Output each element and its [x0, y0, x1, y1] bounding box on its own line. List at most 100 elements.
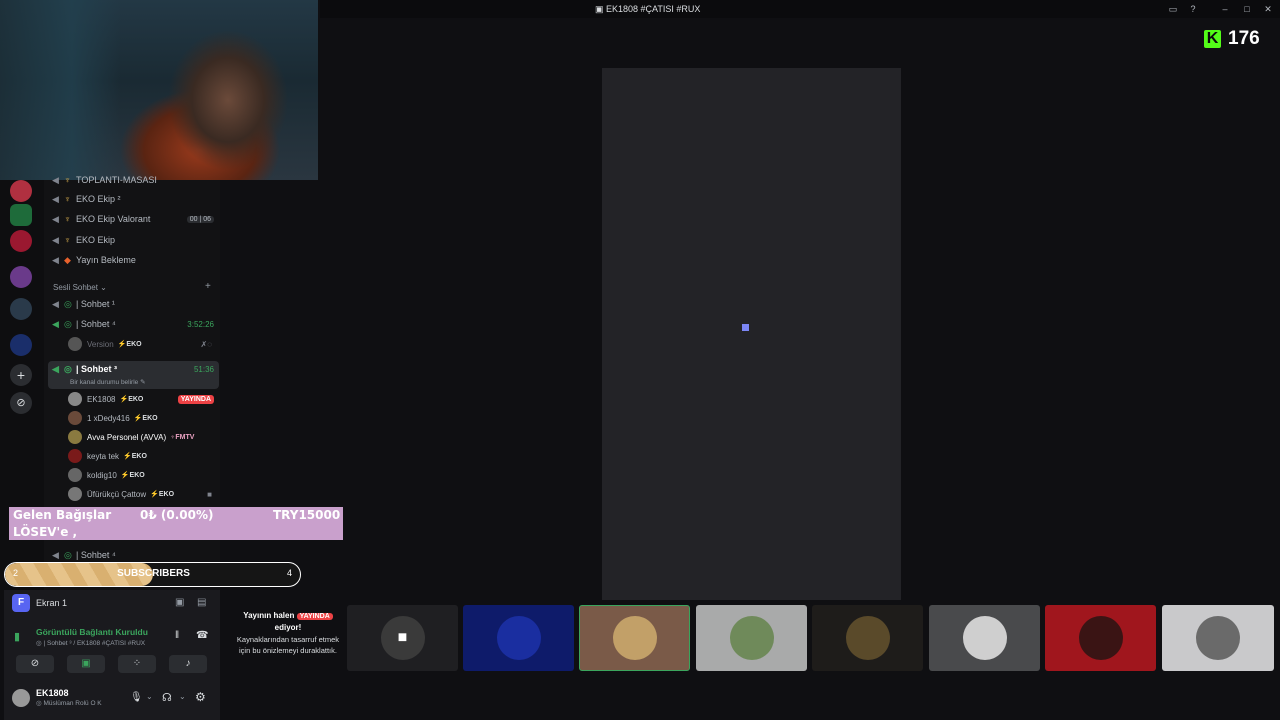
participant-tile[interactable]	[1045, 605, 1156, 671]
channel-item[interactable]: ◀ ♆ TOPLANTI-MASASI	[52, 174, 218, 186]
soundboard-button[interactable]: ♪	[169, 655, 207, 673]
settings-gear-icon[interactable]: ⚙	[195, 690, 206, 704]
channel-item[interactable]: ◀ ◆ Yayın Bekleme	[52, 251, 218, 269]
window-title: ▣ EK1808 #ÇATISI #RUX	[595, 4, 701, 14]
stream-video[interactable]	[602, 68, 901, 600]
server-icon[interactable]	[10, 230, 32, 252]
live-badge: YAYINDA	[296, 613, 333, 620]
speaker-icon: ◀	[52, 174, 59, 185]
user-avatar[interactable]	[12, 689, 30, 707]
connection-detail: ◎ | Sohbet ³ / EK1808 #ÇATISI #RUX	[36, 640, 146, 647]
voice-user[interactable]: 1 xDedy416 ⚡EKO	[68, 409, 218, 427]
participant-tile[interactable]	[463, 605, 574, 671]
help-icon[interactable]: ?	[1188, 4, 1198, 14]
role-tag: ⚡EKO	[120, 472, 145, 479]
headphones-icon[interactable]: ☊	[162, 691, 172, 704]
category-header[interactable]: Sesli Sohbet ⌄	[53, 283, 107, 292]
avatar	[68, 392, 82, 406]
speaker-icon: ◀	[52, 318, 59, 329]
loading-indicator	[742, 324, 749, 331]
noise-suppression-icon[interactable]: ‖	[175, 630, 179, 641]
user-status: ◎ Müslüman Rolü O K	[36, 700, 102, 707]
role-tag: ♆FMTV	[170, 433, 195, 441]
participant-tile[interactable]: ■	[347, 605, 458, 671]
channel-item[interactable]: ◀ ♆ EKO Ekip	[52, 231, 218, 249]
participant-tile-speaking[interactable]	[579, 605, 690, 671]
activities-button[interactable]: ⁘	[118, 655, 156, 673]
avatar	[962, 616, 1007, 660]
app-icon: ▣	[595, 4, 607, 14]
channel-item[interactable]: ◀ ♆ EKO Ekip Valorant 00 | 06	[52, 210, 218, 228]
avatar	[1196, 616, 1240, 660]
channel-item[interactable]: ◀ ◎ | Sohbet ¹	[52, 295, 218, 313]
server-folder-icon[interactable]	[10, 298, 32, 320]
microphone-icon[interactable]: 🎙	[130, 692, 143, 703]
disconnect-icon[interactable]: ☎	[196, 630, 208, 641]
avatar	[845, 616, 890, 660]
voice-user[interactable]: Üfürükçü Çattow ⚡EKO ■	[68, 485, 218, 503]
voice-user[interactable]: Version ⚡EKO ✗◌	[68, 335, 218, 353]
screen-share-button[interactable]: ▣	[67, 655, 105, 673]
webcam-background	[0, 0, 120, 180]
participant-tile[interactable]	[1162, 605, 1274, 671]
subscriber-goal: 4	[286, 568, 292, 578]
speaker-icon: ◀	[52, 254, 59, 265]
screen-share-action-icon[interactable]: ▣	[175, 597, 184, 608]
eye-icon: ◎	[64, 549, 72, 560]
channel-item-selected[interactable]: ◀ ◎ | Sohbet ³ 51:36	[52, 360, 218, 378]
add-channel-icon[interactable]: +	[205, 281, 211, 292]
channel-item[interactable]: ◀ ♆ EKO Ekip ²	[52, 190, 218, 208]
role-tag: ⚡EKO	[117, 341, 142, 348]
window-titlebar	[320, 0, 1280, 18]
stream-paused-title: Yayının halen YAYINDA ediyor!	[236, 610, 340, 633]
voice-user[interactable]: Avva Personel (AVVA) ♆FMTV	[68, 428, 218, 446]
avatar	[1078, 616, 1123, 660]
mic-options-chevron-icon[interactable]: ⌄	[146, 692, 153, 701]
channel-status[interactable]: Bir kanal durumu belirle ✎	[70, 378, 146, 386]
muted-deafened-icon: ✗◌	[200, 339, 212, 349]
server-icon[interactable]	[10, 334, 32, 356]
donation-widget: Gelen Bağışlar 0₺ (0.00%) TRY15000 LÖSEV…	[9, 507, 343, 540]
voice-user[interactable]: koldig10 ⚡EKO	[68, 466, 218, 484]
webcam-overlay	[0, 0, 318, 180]
add-server-icon[interactable]: +	[10, 364, 32, 386]
connection-signal-icon: ▮	[14, 631, 21, 643]
user-name: EK1808	[36, 688, 69, 698]
trophy-icon: ♆	[64, 235, 71, 245]
avatar	[729, 616, 774, 660]
screen-share-popout-icon[interactable]: ▤	[197, 597, 206, 608]
viewer-count: 176	[1228, 28, 1260, 49]
speaker-icon: ◀	[52, 234, 59, 245]
role-tag: ⚡EKO	[119, 396, 144, 403]
server-icon[interactable]	[10, 180, 32, 202]
participant-tile[interactable]	[929, 605, 1040, 671]
avatar	[68, 468, 82, 482]
participant-tile[interactable]	[812, 605, 923, 671]
speaker-icon: ◀	[52, 213, 59, 224]
inbox-icon[interactable]: ▭	[1168, 4, 1178, 14]
avatar	[68, 337, 82, 351]
role-tag: ⚡EKO	[133, 415, 158, 422]
trophy-icon: ♆	[64, 214, 71, 224]
close-icon[interactable]: ✕	[1263, 4, 1273, 14]
connection-status[interactable]: Görüntülü Bağlantı Kuruldu	[36, 627, 148, 637]
audio-options-chevron-icon[interactable]: ⌄	[179, 692, 186, 701]
discover-icon[interactable]: ⊘	[10, 392, 32, 414]
maximize-icon[interactable]: □	[1242, 4, 1252, 14]
voice-user[interactable]: EK1808 ⚡EKO YAYINDA	[68, 390, 218, 408]
channel-item[interactable]: ◀ ◎ | Sohbet ⁴ 3:52:26	[52, 315, 218, 333]
voice-user[interactable]: keyta tek ⚡EKO	[68, 447, 218, 465]
speaker-icon: ◀	[52, 549, 59, 560]
minimize-icon[interactable]: –	[1220, 4, 1230, 14]
role-tag: ⚡EKO	[123, 453, 147, 460]
avatar	[612, 616, 657, 660]
server-icon[interactable]	[10, 204, 32, 226]
kick-logo-icon: K	[1204, 30, 1221, 48]
channel-item[interactable]: ◀ ◎ | Sohbet ⁴	[52, 548, 218, 562]
participant-tile[interactable]	[696, 605, 807, 671]
video-camera-icon: ■	[380, 616, 425, 660]
camera-toggle-button[interactable]: ⊘	[16, 655, 54, 673]
server-folder-icon[interactable]	[10, 266, 32, 288]
camera-icon: ■	[207, 489, 212, 499]
speaker-icon: ◀	[52, 363, 59, 374]
